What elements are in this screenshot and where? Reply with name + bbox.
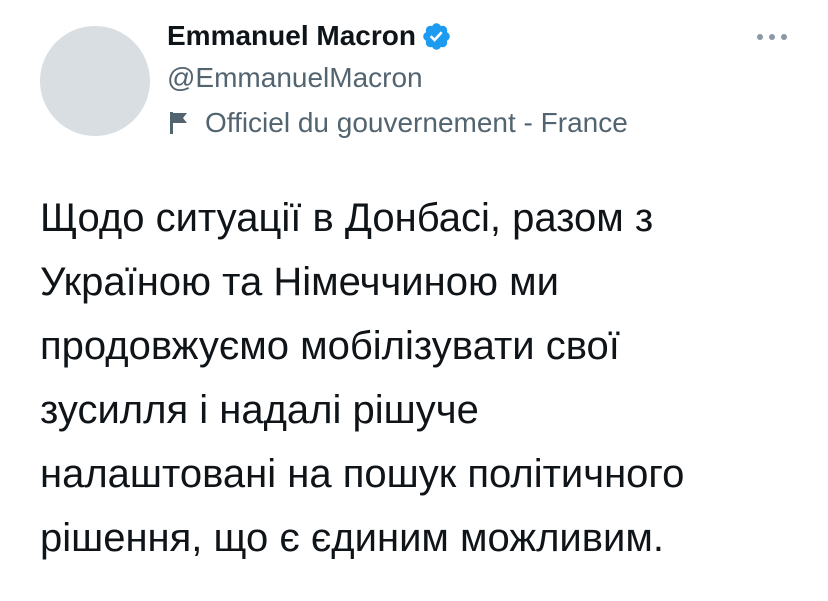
tweet-header: Emmanuel Macron @EmmanuelMacron Officiel… xyxy=(167,16,628,143)
more-dots-icon[interactable] xyxy=(754,30,790,42)
tweet-text-line: Щодо ситуації в Донбасі, разом з xyxy=(40,196,654,240)
display-name[interactable]: Emmanuel Macron xyxy=(167,20,416,52)
tweet-card: Emmanuel Macron @EmmanuelMacron Officiel… xyxy=(0,0,828,601)
handle[interactable]: @EmmanuelMacron xyxy=(167,58,628,98)
tweet-text-line: зусилля і надалі рішуче xyxy=(40,388,479,432)
avatar[interactable] xyxy=(40,26,150,136)
government-label-text: Officiel du gouvernement - France xyxy=(205,107,628,138)
tweet-text-line: Україною та Німеччиною ми xyxy=(40,260,559,304)
tweet-text: Щодо ситуації в Донбасі, разом з Україно… xyxy=(40,186,810,570)
tweet-text-line: рішення, що є єдиним можливим. xyxy=(40,516,664,560)
flag-icon xyxy=(169,111,191,135)
name-row: Emmanuel Macron xyxy=(167,16,628,56)
government-label[interactable]: Officiel du gouvernement - France xyxy=(167,103,628,143)
tweet-text-line: налаштовані на пошук політичного xyxy=(40,452,685,496)
tweet-text-line: продовжуємо мобілізувати свої xyxy=(40,324,620,368)
verified-badge-icon xyxy=(421,21,452,52)
